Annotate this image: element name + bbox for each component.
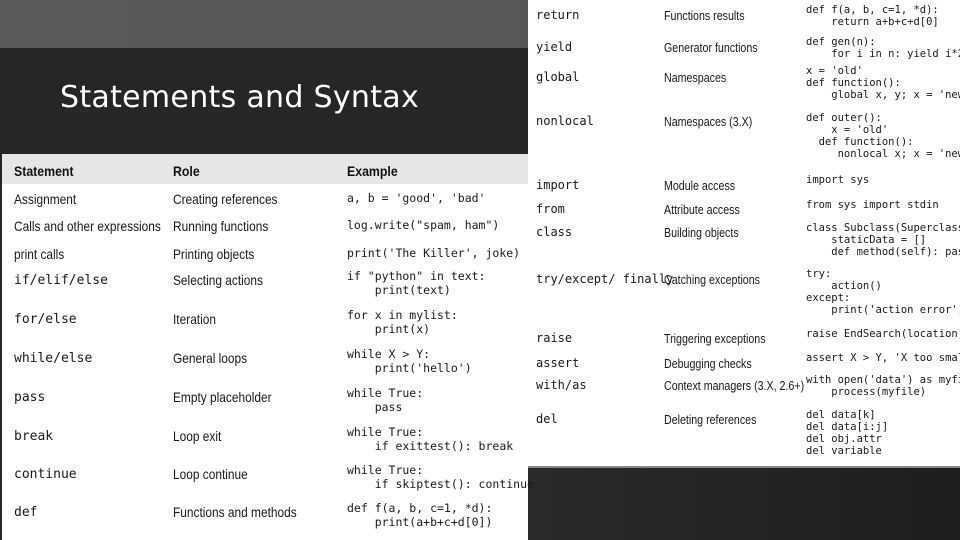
cell-statement: print calls bbox=[14, 246, 65, 262]
cell-example: def gen(n): for i in n: yield i*2 bbox=[806, 36, 960, 60]
cell-statement: for/else bbox=[14, 312, 77, 327]
cell-example: try: action() except: print('action erro… bbox=[806, 268, 960, 316]
cell-role: Loop exit bbox=[173, 428, 222, 444]
cell-role: Context managers (3.X, 2.6+) bbox=[664, 378, 805, 393]
cell-statement: raise bbox=[536, 331, 573, 345]
cell-example: while X > Y: print('hello') bbox=[347, 347, 472, 375]
header-role: Role bbox=[173, 163, 200, 179]
cell-role: Debugging checks bbox=[664, 356, 752, 371]
cell-statement: try/except/ finally bbox=[536, 272, 674, 286]
cell-role: Building objects bbox=[664, 225, 739, 240]
cell-role: Printing objects bbox=[173, 246, 255, 262]
cell-role: Functions and methods bbox=[173, 504, 297, 520]
cell-example: while True: pass bbox=[347, 386, 424, 414]
cell-statement: with/as bbox=[536, 378, 587, 392]
cell-example: if "python" in text: print(text) bbox=[347, 269, 486, 297]
cell-role: Attribute access bbox=[664, 202, 740, 217]
header-statement: Statement bbox=[14, 163, 74, 179]
cell-role: Loop continue bbox=[173, 466, 248, 482]
cell-role: Generator functions bbox=[664, 40, 758, 55]
cell-example: with open('data') as myfile: process(myf… bbox=[806, 374, 960, 398]
cell-example: for x in mylist: print(x) bbox=[347, 308, 458, 336]
cell-role: Catching exceptions bbox=[664, 272, 761, 287]
cell-example: def f(a, b, c=1, *d): print(a+b+c+d[0]) bbox=[347, 501, 493, 529]
cell-role: General loops bbox=[173, 350, 248, 366]
cell-statement: return bbox=[536, 8, 580, 22]
cell-role: Creating references bbox=[173, 191, 278, 207]
cell-example: raise EndSearch(location) bbox=[806, 328, 960, 340]
statements-table-right: return Functions results def f(a, b, c=1, … bbox=[528, 0, 960, 468]
cell-example: while True: if exittest(): break bbox=[347, 425, 514, 453]
table-header: Statement Role Example bbox=[2, 154, 528, 184]
cell-statement: while/else bbox=[14, 351, 93, 366]
header-example: Example bbox=[347, 163, 398, 179]
cell-example: x = 'old' def function(): global x, y; x… bbox=[806, 65, 960, 101]
bottom-band bbox=[528, 467, 960, 540]
cell-statement: Calls and other expressions bbox=[14, 218, 161, 234]
cell-statement: continue bbox=[14, 467, 77, 482]
cell-example: log.write("spam, ham") bbox=[347, 218, 500, 232]
cell-statement: def bbox=[14, 505, 38, 520]
cell-statement: global bbox=[536, 70, 580, 84]
cell-statement: del bbox=[536, 412, 558, 426]
cell-statement: assert bbox=[536, 356, 580, 370]
cell-example: a, b = 'good', 'bad' bbox=[347, 191, 486, 205]
slide-title: Statements and Syntax bbox=[60, 80, 420, 115]
cell-statement: break bbox=[14, 429, 54, 444]
cell-example: def outer(): x = 'old' def function(): n… bbox=[806, 112, 960, 160]
cell-role: Namespaces (3.X) bbox=[664, 114, 753, 129]
cell-example: import sys bbox=[806, 174, 870, 186]
cell-example: while True: if skiptest(): continue bbox=[347, 463, 534, 491]
cell-example: del data[k] del data[i:j] del obj.attr d… bbox=[806, 409, 889, 457]
cell-example: assert X > Y, 'X too small' bbox=[806, 352, 960, 364]
cell-role: Running functions bbox=[173, 218, 269, 234]
cell-statement: from bbox=[536, 202, 565, 216]
cell-example: class Subclass(Superclass): staticData =… bbox=[806, 222, 960, 258]
cell-role: Deleting references bbox=[664, 412, 757, 427]
cell-role: Triggering exceptions bbox=[664, 331, 766, 346]
cell-role: Functions results bbox=[664, 8, 745, 23]
cell-statement: Assignment bbox=[14, 191, 77, 207]
statements-table-left: Statement Role Example Assignment Creatin… bbox=[2, 154, 534, 540]
cell-statement: if/elif/else bbox=[14, 273, 108, 288]
cell-statement: class bbox=[536, 225, 573, 239]
cell-statement: yield bbox=[536, 40, 573, 54]
cell-example: print('The Killer', joke) bbox=[347, 246, 521, 260]
cell-role: Iteration bbox=[173, 311, 217, 327]
cell-statement: import bbox=[536, 178, 580, 192]
cell-example: def f(a, b, c=1, *d): return a+b+c+d[0] bbox=[806, 4, 939, 28]
cell-statement: nonlocal bbox=[536, 114, 594, 128]
cell-role: Selecting actions bbox=[173, 272, 263, 288]
cell-statement: pass bbox=[14, 390, 46, 405]
cell-example: from sys import stdin bbox=[806, 199, 939, 211]
cell-role: Module access bbox=[664, 178, 736, 193]
cell-role: Empty placeholder bbox=[173, 389, 272, 405]
cell-role: Namespaces bbox=[664, 70, 727, 85]
